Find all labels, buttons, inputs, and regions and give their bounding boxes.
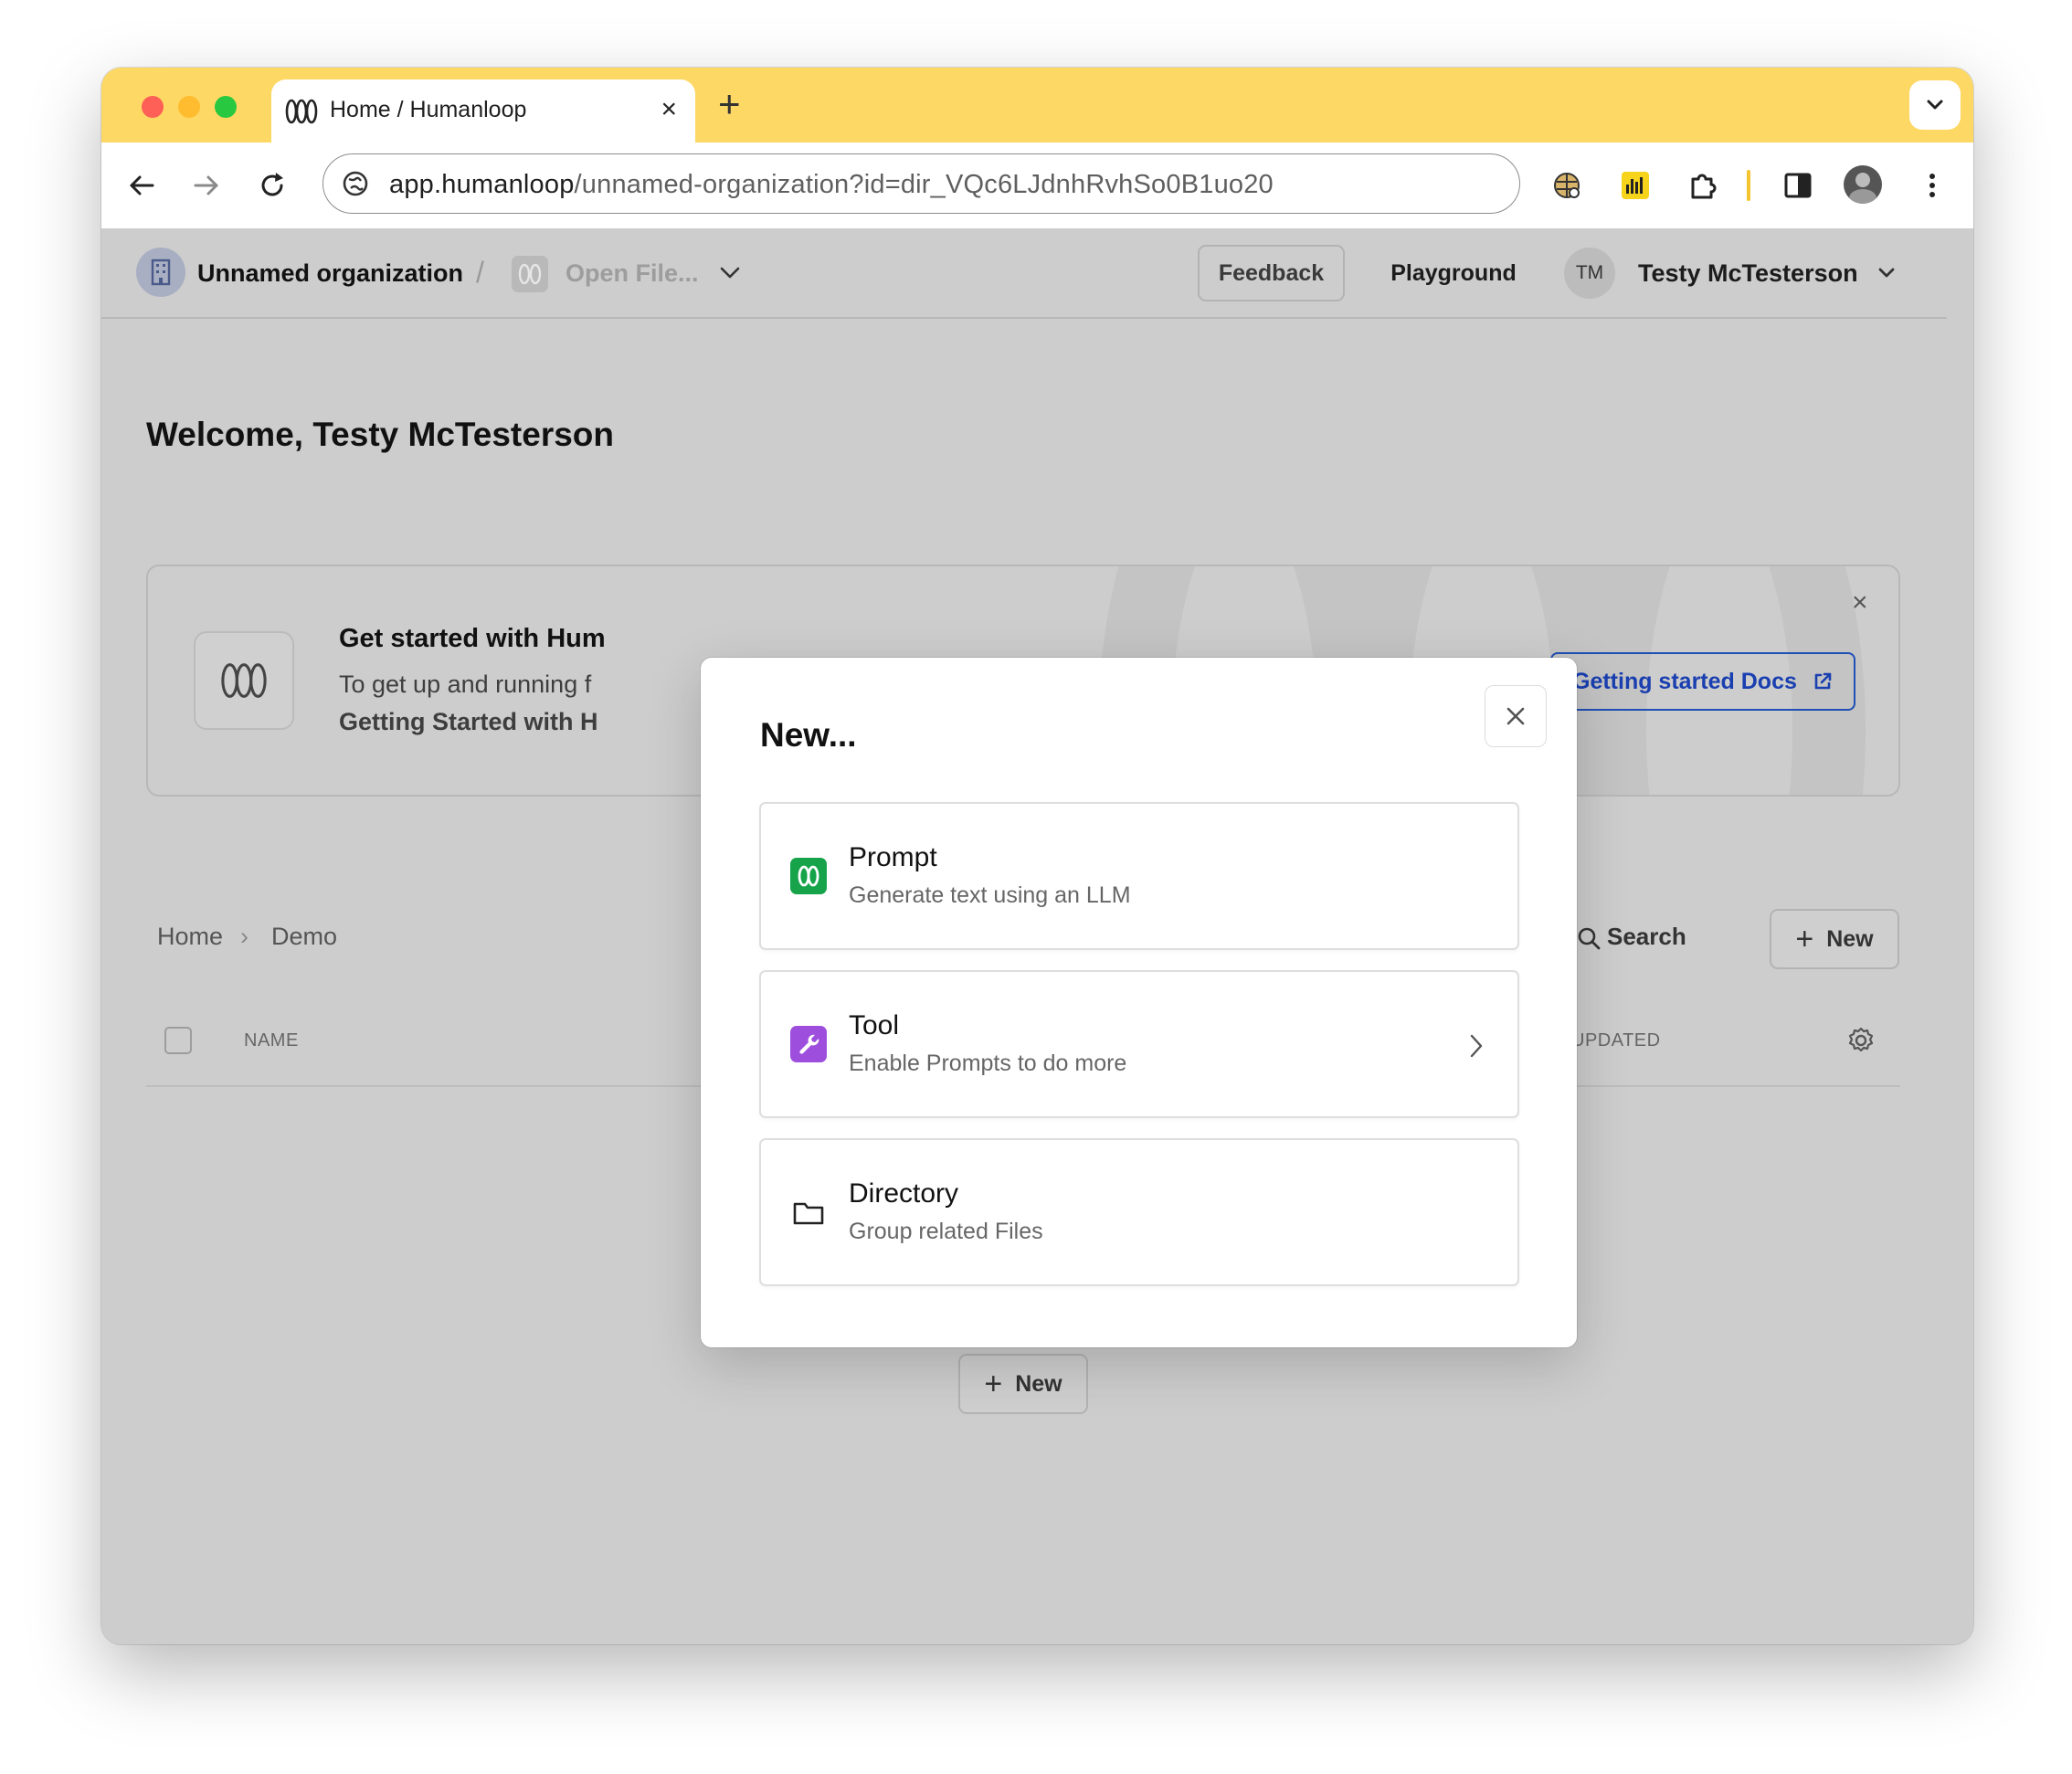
new-button-label: New <box>1015 1370 1062 1397</box>
url-text: app.humanloop/unnamed-organization?id=di… <box>389 170 1274 200</box>
close-icon <box>1506 707 1525 725</box>
playground-button[interactable]: Playground <box>1367 245 1540 301</box>
toolbar-divider <box>1747 170 1750 201</box>
tab-title: Home / Humanloop <box>330 97 527 122</box>
profile-avatar[interactable] <box>1844 165 1882 204</box>
welcome-heading: Welcome, Testy McTesterson <box>146 416 615 453</box>
search-button[interactable]: Search <box>1607 923 1686 951</box>
new-tab-button[interactable]: + <box>718 82 741 126</box>
search-icon[interactable] <box>1576 925 1602 951</box>
chevron-down-icon[interactable] <box>718 263 742 281</box>
side-panel-icon[interactable] <box>1781 168 1815 203</box>
breadcrumb-home[interactable]: Home <box>157 923 223 951</box>
url-host: app.humanloop <box>389 170 575 199</box>
user-avatar[interactable]: TM <box>1564 248 1615 299</box>
browser-tab-active[interactable]: Home / Humanloop × <box>271 79 695 143</box>
browser-window: Home / Humanloop × + app.humanloop/unnam… <box>101 68 1973 1644</box>
breadcrumb-current[interactable]: Demo <box>271 923 337 951</box>
user-menu-chevron-icon[interactable] <box>1876 263 1898 281</box>
option-subtitle: Group related Files <box>849 1219 1043 1244</box>
banner-logo <box>194 631 294 730</box>
tab-search-button[interactable] <box>1909 80 1961 130</box>
tool-icon-box <box>790 1026 827 1062</box>
extensions-puzzle-icon[interactable] <box>1685 168 1719 203</box>
tab-strip: Home / Humanloop × + <box>101 68 1973 143</box>
wrench-icon <box>799 1034 819 1054</box>
humanloop-logo-icon <box>221 663 267 698</box>
select-all-checkbox[interactable] <box>164 1027 192 1054</box>
tab-close-icon[interactable]: × <box>661 95 677 124</box>
option-prompt[interactable]: Prompt Generate text using an LLM <box>759 802 1519 950</box>
minimize-window-dot[interactable] <box>178 96 200 118</box>
plus-icon: + <box>984 1366 1003 1401</box>
url-path: /unnamed-organization?id=dir_VQc6LJdnhRv… <box>574 170 1274 199</box>
option-title: Tool <box>849 1010 900 1040</box>
banner-title: Get started with Hum <box>339 624 606 653</box>
option-directory[interactable]: Directory Group related Files <box>759 1138 1519 1286</box>
more-options-icon[interactable] <box>1915 168 1950 203</box>
option-tool[interactable]: Tool Enable Prompts to do more <box>759 970 1519 1118</box>
column-name-header[interactable]: NAME <box>244 1030 299 1051</box>
humanloop-logo-icon <box>518 263 542 285</box>
new-button-top[interactable]: + New <box>1770 909 1899 969</box>
plus-icon: + <box>1795 921 1814 956</box>
browser-toolbar: app.humanloop/unnamed-organization?id=di… <box>101 143 1973 229</box>
banner-guide-link[interactable]: Getting Started with H <box>339 708 598 736</box>
site-info-icon[interactable] <box>340 168 371 199</box>
extension-globe-icon[interactable] <box>1549 168 1584 203</box>
open-file-button[interactable]: Open File... <box>566 259 699 288</box>
docs-button-label: Getting started Docs <box>1572 668 1797 694</box>
chevron-right-icon <box>1470 1034 1483 1058</box>
extension-chart-icon[interactable] <box>1618 168 1653 203</box>
open-file-icon-box <box>512 256 548 292</box>
option-title: Prompt <box>849 842 937 872</box>
humanloop-logo-icon <box>798 865 819 887</box>
new-button-empty-state[interactable]: + New <box>958 1354 1088 1414</box>
folder-icon <box>793 1202 824 1225</box>
external-link-icon <box>1814 672 1832 690</box>
column-updated-header[interactable]: UPDATED <box>1571 1030 1661 1051</box>
header-separator: / <box>476 256 484 289</box>
banner-close-icon[interactable]: × <box>1852 588 1868 618</box>
modal-close-button[interactable] <box>1485 685 1547 747</box>
chevron-down-icon <box>1927 100 1943 110</box>
back-arrow-icon[interactable] <box>124 168 159 203</box>
new-file-modal: New... Prompt Generate text using an LLM… <box>701 658 1577 1347</box>
new-button-label: New <box>1826 925 1874 952</box>
option-subtitle: Enable Prompts to do more <box>849 1051 1127 1076</box>
maximize-window-dot[interactable] <box>215 96 237 118</box>
org-name[interactable]: Unnamed organization <box>197 259 463 288</box>
address-bar[interactable]: app.humanloop/unnamed-organization?id=di… <box>322 153 1520 214</box>
gear-icon[interactable] <box>1846 1026 1876 1055</box>
option-title: Directory <box>849 1178 959 1209</box>
reload-icon[interactable] <box>255 168 290 203</box>
app-header: Unnamed organization / Open File... Feed… <box>101 228 1947 319</box>
user-menu-name[interactable]: Testy McTesterson <box>1638 259 1858 288</box>
modal-title: New... <box>760 716 857 754</box>
close-window-dot[interactable] <box>142 96 164 118</box>
humanloop-favicon-icon <box>285 99 318 124</box>
getting-started-docs-button[interactable]: Getting started Docs <box>1550 652 1855 711</box>
option-subtitle: Generate text using an LLM <box>849 882 1131 908</box>
feedback-button[interactable]: Feedback <box>1198 245 1345 301</box>
prompt-icon-box <box>790 858 827 894</box>
breadcrumb-separator: › <box>240 923 248 950</box>
building-icon <box>151 259 171 286</box>
org-avatar[interactable] <box>136 248 185 297</box>
forward-arrow-icon[interactable] <box>189 168 224 203</box>
banner-description: To get up and running f <box>339 671 592 698</box>
